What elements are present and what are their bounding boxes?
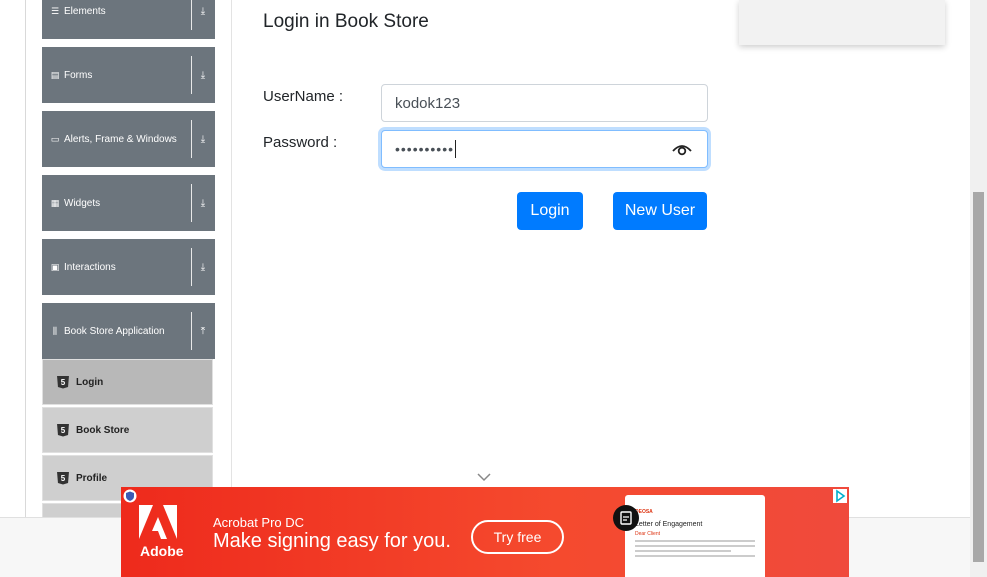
widgets-icon: ▦ [50,197,60,208]
new-user-button[interactable]: New User [613,192,707,230]
banner-ad[interactable]: Adobe Acrobat Pro DC Make signing easy f… [121,487,849,577]
ad-try-free-button[interactable]: Try free [471,520,564,554]
username-label: UserName : [263,88,344,105]
login-button[interactable]: Login [517,192,583,230]
sidebar-group-alerts[interactable]: ▭ Alerts, Frame & Windows ⤓ [42,111,215,167]
ad-tagline: Make signing easy for you. [213,530,451,552]
adobe-logo-icon [139,505,177,539]
interactions-icon: ▣ [50,261,60,272]
page-title: Login in Book Store [263,11,429,32]
username-input[interactable]: kodok123 [381,84,708,122]
sidebar-group-interactions[interactable]: ▣ Interactions ⤓ [42,239,215,295]
ad-product: Acrobat Pro DC [213,515,305,530]
signature-icon [613,505,639,531]
expand-arrow-icon[interactable]: ⤓ [196,175,210,231]
ad-brand: Adobe [140,543,184,559]
eye-icon[interactable] [671,140,693,158]
password-label: Password : [263,134,338,151]
content-divider [231,0,232,490]
window-icon: ▭ [50,133,60,144]
adchoices-icon[interactable] [833,489,847,503]
top-ad-card[interactable] [739,0,945,45]
expand-arrow-icon[interactable]: ⤓ [196,239,210,295]
chevron-down-icon[interactable] [476,471,492,483]
collapse-arrow-icon[interactable]: ⤒ [196,303,210,359]
text-caret [455,140,457,158]
password-input[interactable]: •••••••••• [381,130,708,168]
expand-arrow-icon[interactable]: ⤓ [196,47,210,103]
html5-icon: 5 [57,375,69,389]
sidebar-item-login[interactable]: 5 Login [42,359,213,405]
form-icon: ▤ [50,69,60,80]
ad-document-preview: DEOSA Letter of Engagement Dear Client [625,495,765,577]
sidebar-group-forms[interactable]: ▤ Forms ⤓ [42,47,215,103]
expand-arrow-icon[interactable]: ⤓ [196,0,210,39]
sidebar-group-widgets[interactable]: ▦ Widgets ⤓ [42,175,215,231]
sidebar-group-book-store-application[interactable]: ⫼ Book Store Application ⤒ [42,303,215,359]
ad-privacy-icon[interactable] [123,489,137,503]
expand-arrow-icon[interactable]: ⤓ [196,111,210,167]
html5-icon: 5 [57,423,69,437]
library-icon: ⫼ [52,325,58,336]
sidebar-frame-border [25,0,26,520]
sidebar-group-elements[interactable]: ☰ Elements ⤓ [42,0,215,39]
page-scrollbar-thumb[interactable] [973,192,984,562]
hamburger-icon: ☰ [50,5,60,16]
sidebar-item-book-store[interactable]: 5 Book Store [42,407,213,453]
html5-icon: 5 [57,471,69,485]
